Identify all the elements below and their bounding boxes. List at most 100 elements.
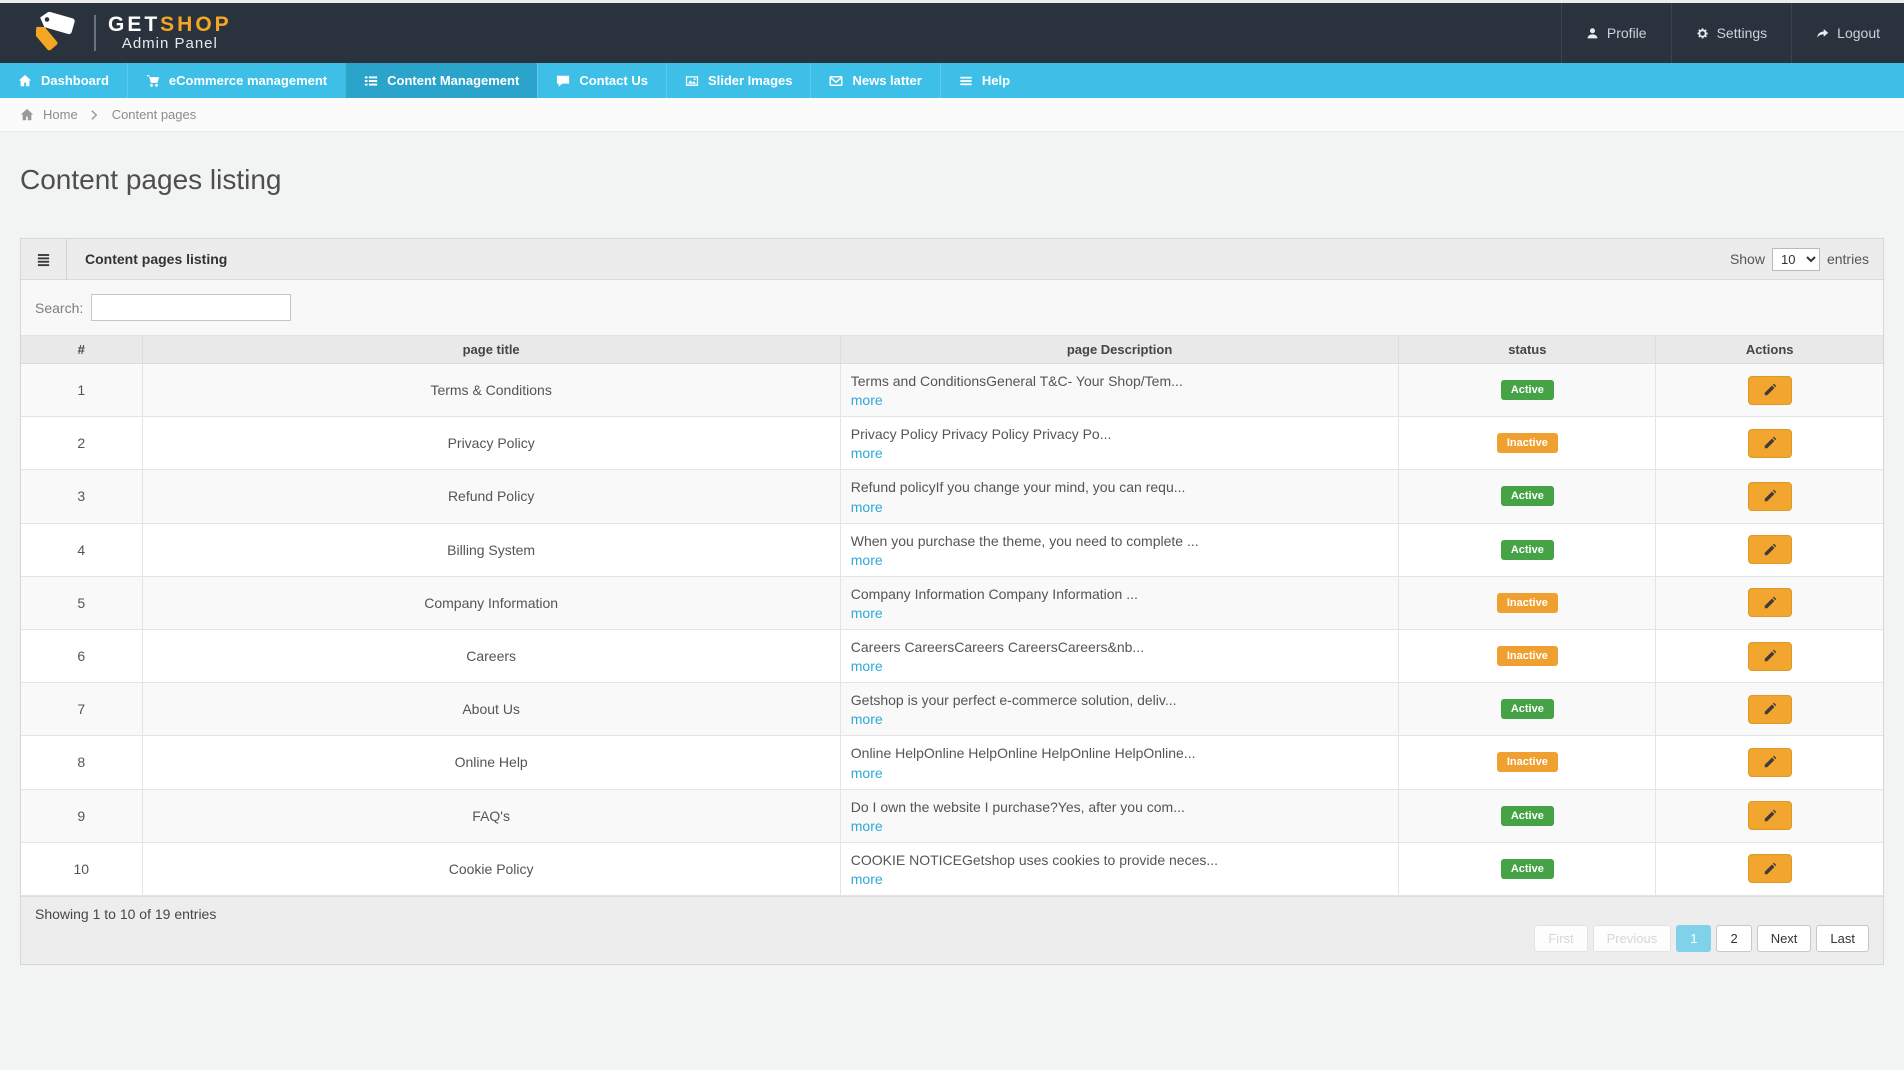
status-badge: Active (1501, 540, 1554, 560)
page-button-last[interactable]: Last (1816, 925, 1869, 952)
more-link[interactable]: more (851, 711, 883, 727)
row-page-description: Online HelpOnline HelpOnline HelpOnline … (851, 744, 1389, 762)
edit-button[interactable] (1748, 854, 1792, 883)
cart-icon (146, 74, 160, 88)
status-badge: Inactive (1497, 646, 1558, 666)
row-page-description: COOKIE NOTICEGetshop uses cookies to pro… (851, 851, 1389, 869)
row-number: 7 (21, 683, 142, 736)
row-page-title: Billing System (142, 523, 840, 576)
row-page-title: Careers (142, 629, 840, 682)
edit-button[interactable] (1748, 642, 1792, 671)
row-number: 3 (21, 470, 142, 523)
row-page-description: Getshop is your perfect e-commerce solut… (851, 691, 1389, 709)
nav-item-ecommerce-management[interactable]: eCommerce management (127, 63, 345, 98)
column-header-page-title[interactable]: page title (142, 336, 840, 364)
nav-item-dashboard[interactable]: Dashboard (0, 63, 127, 98)
entries-label: entries (1827, 251, 1869, 267)
edit-button[interactable] (1748, 748, 1792, 777)
nav-item-label: eCommerce management (169, 73, 327, 88)
nav-item-help[interactable]: Help (940, 63, 1028, 98)
brand-name: GETSHOP (108, 13, 232, 36)
status-badge: Active (1501, 859, 1554, 879)
nav-item-slider-images[interactable]: Slider Images (666, 63, 811, 98)
image-icon (685, 74, 699, 88)
topbar-menu: Profile Settings Logout (1561, 3, 1904, 63)
list-icon (364, 74, 378, 88)
breadcrumb-current: Content pages (112, 107, 197, 122)
breadcrumb-home-link[interactable]: Home (20, 107, 78, 122)
topbar-item-settings[interactable]: Settings (1671, 3, 1792, 63)
edit-button[interactable] (1748, 535, 1792, 564)
row-page-description: Do I own the website I purchase?Yes, aft… (851, 798, 1389, 816)
page-button-1[interactable]: 1 (1676, 925, 1711, 952)
nav-item-label: Help (982, 73, 1010, 88)
search-input[interactable] (91, 294, 291, 321)
search-label: Search: (35, 300, 83, 316)
pencil-icon (1763, 489, 1777, 503)
panel-collapse-button[interactable] (21, 239, 67, 279)
more-link[interactable]: more (851, 765, 883, 781)
table-header: # page title page Description status Act… (21, 336, 1883, 364)
show-entries-control: Show 10 entries (1730, 248, 1883, 271)
column-header-status[interactable]: status (1399, 336, 1656, 364)
page-title: Content pages listing (20, 164, 1884, 196)
row-number: 2 (21, 417, 142, 470)
topbar: GETSHOP Admin Panel Profile Settings Log… (0, 3, 1904, 63)
topbar-item-label: Logout (1837, 25, 1880, 41)
more-link[interactable]: more (851, 392, 883, 408)
more-link[interactable]: more (851, 818, 883, 834)
row-page-title: Privacy Policy (142, 417, 840, 470)
breadcrumb-home-label: Home (43, 107, 78, 122)
more-link[interactable]: more (851, 445, 883, 461)
nav-item-contact-us[interactable]: Contact Us (537, 63, 666, 98)
edit-button[interactable] (1748, 801, 1792, 830)
page-button-2[interactable]: 2 (1716, 925, 1751, 952)
page-button-first: First (1534, 925, 1587, 952)
row-page-description: Terms and ConditionsGeneral T&C- Your Sh… (851, 372, 1389, 390)
topbar-item-label: Settings (1717, 25, 1768, 41)
chevron-right-icon (88, 108, 102, 122)
brand-logo: GETSHOP Admin Panel (0, 3, 232, 63)
topbar-item-profile[interactable]: Profile (1561, 3, 1671, 63)
data-table: # page title page Description status Act… (21, 336, 1883, 896)
nav-item-news-latter[interactable]: News latter (810, 63, 939, 98)
panel-heading: Content pages listing Show 10 entries (21, 239, 1883, 280)
table-row: 2 Privacy Policy Privacy Policy Privacy … (21, 417, 1883, 470)
pagination: FirstPrevious12NextLast (35, 925, 1869, 952)
logo-divider (94, 15, 96, 51)
breadcrumb: Home Content pages (0, 98, 1904, 132)
nav-item-label: Slider Images (708, 73, 793, 88)
pencil-icon (1763, 702, 1777, 716)
edit-button[interactable] (1748, 429, 1792, 458)
column-header-actions[interactable]: Actions (1656, 336, 1883, 364)
panel-footer: Showing 1 to 10 of 19 entries FirstPrevi… (21, 896, 1883, 964)
edit-button[interactable] (1748, 376, 1792, 405)
column-header-number[interactable]: # (21, 336, 142, 364)
edit-button[interactable] (1748, 482, 1792, 511)
more-link[interactable]: more (851, 658, 883, 674)
status-badge: Inactive (1497, 433, 1558, 453)
chat-icon (556, 74, 570, 88)
page-button-previous: Previous (1593, 925, 1672, 952)
page-size-select[interactable]: 10 (1772, 248, 1820, 271)
entries-summary: Showing 1 to 10 of 19 entries (35, 906, 1869, 922)
more-link[interactable]: more (851, 499, 883, 515)
pencil-icon (1763, 755, 1777, 769)
page-button-next[interactable]: Next (1757, 925, 1812, 952)
more-link[interactable]: more (851, 552, 883, 568)
home-icon (18, 74, 32, 88)
topbar-item-logout[interactable]: Logout (1791, 3, 1904, 63)
column-header-page-description[interactable]: page Description (840, 336, 1399, 364)
table-row: 9 FAQ's Do I own the website I purchase?… (21, 789, 1883, 842)
status-badge: Active (1501, 486, 1554, 506)
status-badge: Active (1501, 699, 1554, 719)
status-badge: Active (1501, 380, 1554, 400)
more-link[interactable]: more (851, 605, 883, 621)
brand-subtitle: Admin Panel (108, 36, 232, 53)
edit-button[interactable] (1748, 588, 1792, 617)
edit-button[interactable] (1748, 695, 1792, 724)
more-link[interactable]: more (851, 871, 883, 887)
pencil-icon (1763, 596, 1777, 610)
nav-item-content-management[interactable]: Content Management (345, 63, 537, 98)
status-badge: Inactive (1497, 752, 1558, 772)
